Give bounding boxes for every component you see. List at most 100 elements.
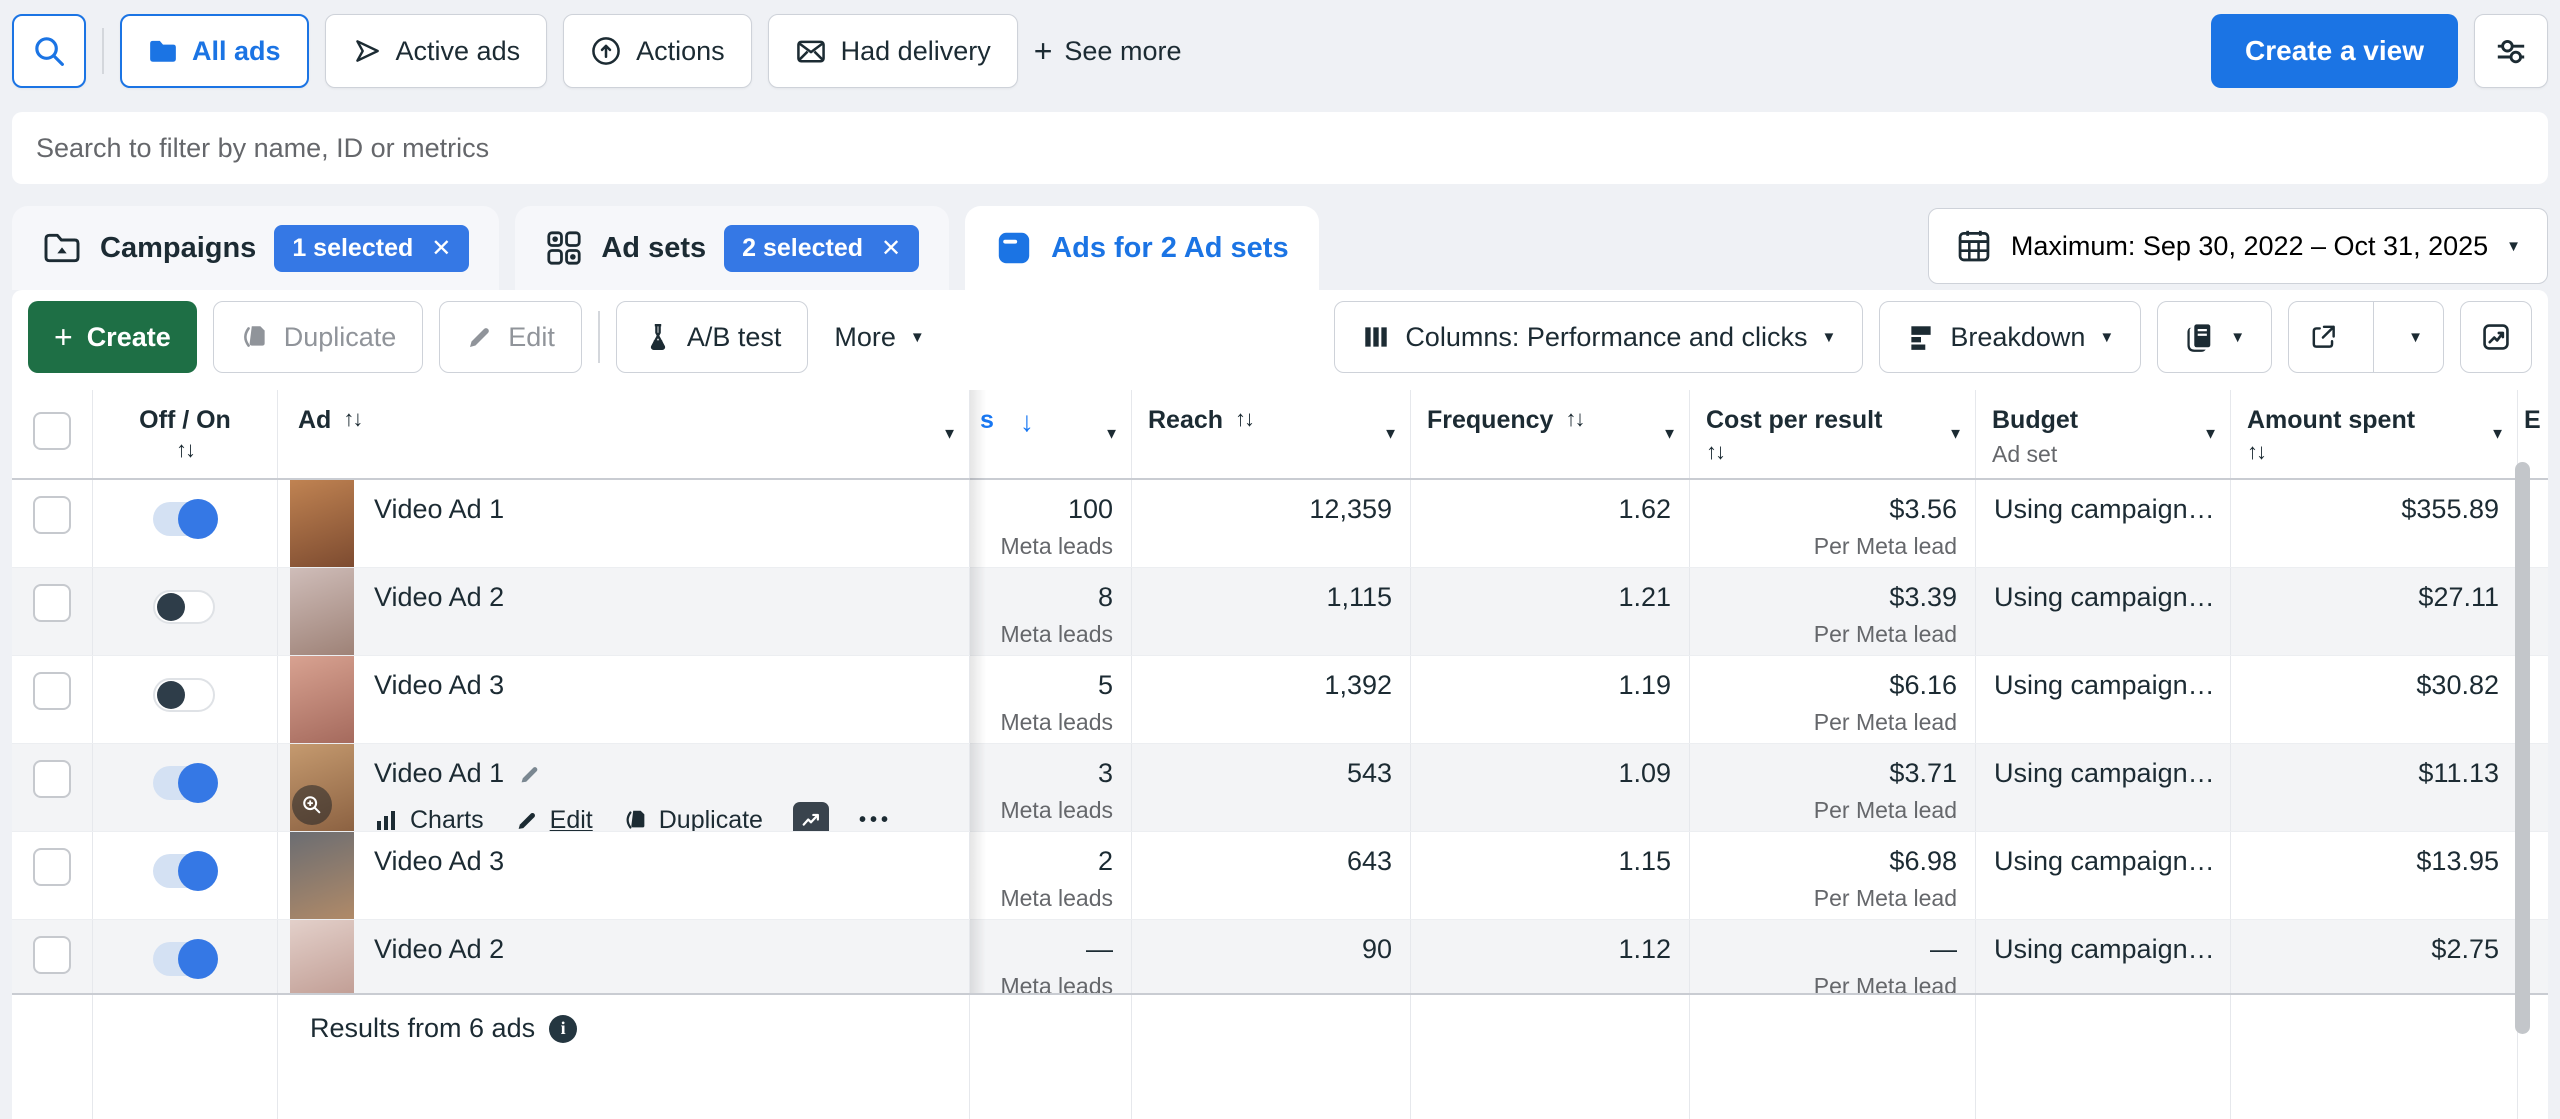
- info-icon[interactable]: i: [549, 1015, 577, 1043]
- budget-value: Using campaign…: [1976, 744, 2231, 831]
- reach-value: 90: [1132, 934, 1392, 964]
- header-ad[interactable]: Ad↑↓ ▼: [278, 390, 970, 478]
- sort-icon: ↑↓: [1565, 406, 1583, 432]
- ad-thumbnail[interactable]: [290, 920, 354, 993]
- breakdown-button[interactable]: Breakdown ▼: [1879, 301, 2141, 373]
- ad-name[interactable]: Video Ad 2: [374, 582, 504, 613]
- ad-thumbnail[interactable]: [290, 568, 354, 655]
- results-type: Meta leads: [970, 973, 1113, 993]
- header-budget[interactable]: Budget Ad set ▼: [1976, 390, 2231, 478]
- table-row-hovered[interactable]: Video Ad 1 Charts Edit Duplicate: [12, 744, 2548, 832]
- charts-panel-button[interactable]: [2460, 301, 2532, 373]
- chevron-down-icon[interactable]: ▼: [2388, 302, 2443, 372]
- export-split-button[interactable]: ▼: [2288, 301, 2444, 373]
- columns-button[interactable]: Columns: Performance and clicks ▼: [1334, 301, 1863, 373]
- toggle-knob: [178, 851, 218, 891]
- tab-ads[interactable]: Ads for 2 Ad sets: [965, 206, 1318, 290]
- filter-actions[interactable]: Actions: [563, 14, 752, 88]
- clear-selection-icon[interactable]: ✕: [881, 234, 901, 263]
- tab-campaigns[interactable]: Campaigns 1 selected ✕: [12, 206, 499, 290]
- ad-name[interactable]: Video Ad 1: [374, 758, 542, 789]
- clear-selection-icon[interactable]: ✕: [431, 234, 451, 263]
- row-checkbox[interactable]: [33, 760, 71, 798]
- ad-name[interactable]: Video Ad 3: [374, 670, 504, 701]
- row-checkbox[interactable]: [33, 584, 71, 622]
- filter-caret-icon[interactable]: ▼: [1662, 426, 1677, 443]
- reach-value: 543: [1132, 758, 1392, 788]
- filter-active-ads[interactable]: Active ads: [325, 14, 548, 88]
- more-options-icon[interactable]: •••: [859, 809, 892, 832]
- ad-name[interactable]: Video Ad 3: [374, 846, 504, 877]
- create-button[interactable]: + Create: [28, 301, 197, 373]
- cost-per-result-value: $3.39: [1690, 582, 1957, 612]
- tab-adsets[interactable]: Ad sets 2 selected ✕: [515, 206, 949, 290]
- preview-magnifier-icon[interactable]: [292, 785, 332, 825]
- results-value: 2: [970, 846, 1113, 876]
- header-select-all[interactable]: [12, 390, 93, 478]
- ad-toggle[interactable]: [153, 678, 215, 712]
- header-off-on[interactable]: Off / On ↑↓: [93, 390, 278, 478]
- filter-caret-icon[interactable]: ▼: [2203, 426, 2218, 443]
- results-summary: Results from 6 ads: [310, 1013, 535, 1044]
- ad-thumbnail[interactable]: [290, 480, 354, 567]
- search-filter-input[interactable]: Search to filter by name, ID or metrics: [12, 112, 2548, 184]
- table-row[interactable]: Video Ad 1 100Meta leads 12,359 1.62 $3.…: [12, 480, 2548, 568]
- ad-toggle[interactable]: [153, 590, 215, 624]
- adsets-selected-badge[interactable]: 2 selected ✕: [724, 225, 919, 272]
- ad-thumbnail[interactable]: [290, 832, 354, 919]
- toggle-knob: [178, 939, 218, 979]
- duplicate-button[interactable]: Duplicate: [213, 301, 424, 373]
- filter-caret-icon[interactable]: ▼: [2490, 426, 2505, 443]
- ad-thumbnail[interactable]: [290, 656, 354, 743]
- sort-icon: ↑↓: [343, 406, 361, 432]
- view-settings-button[interactable]: [2474, 14, 2548, 88]
- table-row[interactable]: Video Ad 2 8Meta leads 1,115 1.21 $3.39P…: [12, 568, 2548, 656]
- filter-caret-icon[interactable]: ▼: [942, 426, 957, 443]
- row-checkbox[interactable]: [33, 496, 71, 534]
- table-row[interactable]: Video Ad 3 5Meta leads 1,392 1.19 $6.16P…: [12, 656, 2548, 744]
- reports-button[interactable]: ▼: [2157, 301, 2272, 373]
- see-more-button[interactable]: + See more: [1034, 35, 1182, 67]
- header-reach[interactable]: Reach↑↓ ▼: [1132, 390, 1411, 478]
- more-button[interactable]: More ▼: [824, 322, 934, 353]
- select-all-checkbox[interactable]: [33, 412, 71, 450]
- filter-caret-icon[interactable]: ▼: [1104, 426, 1119, 443]
- filter-caret-icon[interactable]: ▼: [1948, 426, 1963, 443]
- header-amount-spent[interactable]: Amount spent ↑↓ ▼: [2231, 390, 2518, 478]
- row-checkbox[interactable]: [33, 672, 71, 710]
- cost-per-result-type: Per Meta lead: [1690, 709, 1957, 736]
- ad-toggle[interactable]: [153, 942, 215, 976]
- header-results[interactable]: s ↓ ▼: [970, 390, 1132, 478]
- filter-all-ads[interactable]: All ads: [120, 14, 309, 88]
- duplicate-action[interactable]: Duplicate: [623, 806, 763, 832]
- rename-pencil-icon[interactable]: [516, 761, 542, 787]
- vertical-scrollbar[interactable]: [2515, 462, 2530, 1034]
- header-frequency[interactable]: Frequency↑↓ ▼: [1411, 390, 1690, 478]
- ad-name[interactable]: Video Ad 2: [374, 934, 504, 965]
- ad-name[interactable]: Video Ad 1: [374, 494, 504, 525]
- chevron-down-icon: ▼: [910, 330, 925, 345]
- filter-caret-icon[interactable]: ▼: [1383, 426, 1398, 443]
- edit-action[interactable]: Edit: [514, 806, 593, 832]
- ad-thumbnail[interactable]: [290, 744, 354, 831]
- export-icon[interactable]: [2289, 302, 2359, 372]
- edit-button[interactable]: Edit: [439, 301, 582, 373]
- date-range-picker[interactable]: Maximum: Sep 30, 2022 – Oct 31, 2025 ▼: [1928, 208, 2548, 284]
- campaigns-selected-badge[interactable]: 1 selected ✕: [274, 225, 469, 272]
- filter-had-delivery[interactable]: Had delivery: [768, 14, 1018, 88]
- ab-test-button[interactable]: A/B test: [616, 301, 809, 373]
- row-checkbox[interactable]: [33, 936, 71, 974]
- ad-toggle[interactable]: [153, 766, 215, 800]
- table-row[interactable]: Video Ad 2 —Meta leads 90 1.12 —Per Meta…: [12, 920, 2548, 993]
- search-button[interactable]: [12, 14, 86, 88]
- table-row[interactable]: Video Ad 3 2Meta leads 643 1.15 $6.98Per…: [12, 832, 2548, 920]
- cost-per-result-type: Per Meta lead: [1690, 973, 1957, 993]
- toggle-knob: [178, 499, 218, 539]
- view-charts-icon[interactable]: [793, 802, 829, 831]
- ad-toggle[interactable]: [153, 854, 215, 888]
- row-checkbox[interactable]: [33, 848, 71, 886]
- header-cost-per-result[interactable]: Cost per result ↑↓ ▼: [1690, 390, 1976, 478]
- create-view-button[interactable]: Create a view: [2211, 14, 2458, 88]
- charts-action[interactable]: Charts: [374, 806, 484, 832]
- ad-toggle[interactable]: [153, 502, 215, 536]
